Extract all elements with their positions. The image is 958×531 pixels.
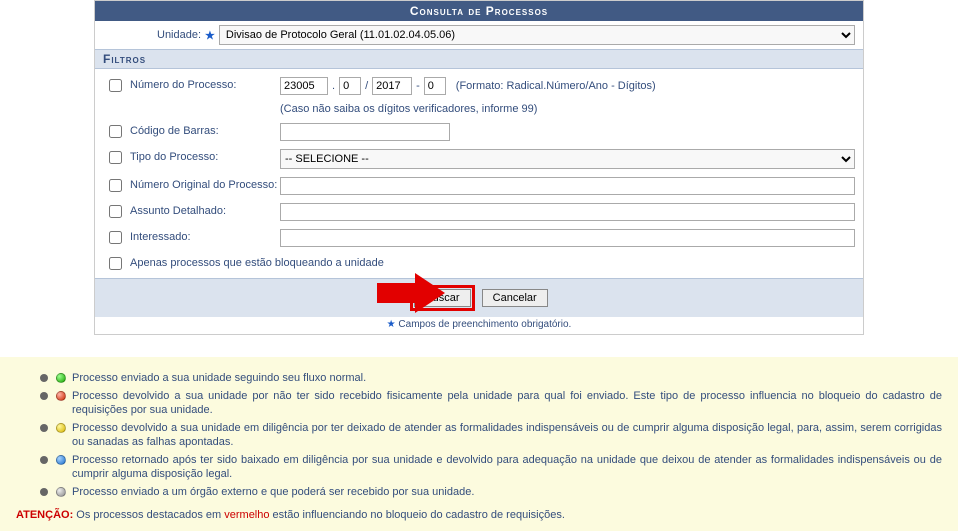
check-codigo-barras[interactable] (109, 125, 122, 138)
required-star-icon: ★ (205, 29, 215, 42)
check-interessado[interactable] (109, 231, 122, 244)
bullet-icon (40, 456, 48, 464)
select-tipo-processo[interactable]: -- SELECIONE -- (280, 149, 855, 169)
filtros-header: Filtros (95, 49, 863, 69)
row-numero-original: Número Original do Processo: (103, 173, 855, 199)
sep-dot: . (332, 80, 335, 92)
label-assunto-detalhado: Assunto Detalhado: (130, 203, 280, 217)
row-codigo-barras: Código de Barras: (103, 119, 855, 145)
input-codigo-barras[interactable] (280, 123, 450, 141)
consulta-processos-panel: Consulta de Processos Unidade: ★ Divisao… (94, 0, 864, 335)
input-ano[interactable] (372, 77, 412, 95)
label-apenas-bloqueando: Apenas processos que estão bloqueando a … (130, 255, 384, 269)
bullet-icon (40, 374, 48, 382)
status-red-icon (56, 391, 66, 401)
label-numero-original: Número Original do Processo: (130, 177, 280, 191)
check-apenas-bloqueando[interactable] (109, 257, 122, 270)
unidade-select[interactable]: Divisao de Protocolo Geral (11.01.02.04.… (219, 25, 855, 45)
row-numero-processo: Número do Processo: . / - (Formato: Radi… (103, 73, 855, 119)
check-tipo-processo[interactable] (109, 151, 122, 164)
status-green-icon (56, 373, 66, 383)
row-apenas-bloqueando: Apenas processos que estão bloqueando a … (103, 251, 855, 274)
bullet-icon (40, 488, 48, 496)
buscar-highlight: Buscar (410, 285, 474, 311)
sep-dash: - (416, 80, 420, 92)
input-radical[interactable] (280, 77, 328, 95)
obrigatorio-note: ★ Campos de preenchimento obrigatório. (95, 317, 863, 334)
check-assunto-detalhado[interactable] (109, 205, 122, 218)
row-assunto-detalhado: Assunto Detalhado: (103, 199, 855, 225)
panel-title: Consulta de Processos (95, 1, 863, 21)
check-numero-processo[interactable] (109, 79, 122, 92)
label-codigo-barras: Código de Barras: (130, 123, 280, 137)
legend-item-green: Processo enviado a sua unidade seguindo … (40, 371, 942, 385)
atencao-label: ATENÇÃO: (16, 509, 73, 521)
status-yellow-icon (56, 423, 66, 433)
legend-item-yellow: Processo devolvido a sua unidade em dili… (40, 421, 942, 449)
status-blue-icon (56, 455, 66, 465)
unidade-label: Unidade: (157, 29, 201, 41)
status-gray-icon (56, 487, 66, 497)
buttons-bar: Buscar Cancelar (95, 278, 863, 317)
bullet-icon (40, 424, 48, 432)
input-numero-original[interactable] (280, 177, 855, 195)
legend-box: Processo enviado a sua unidade seguindo … (0, 357, 958, 531)
input-numero[interactable] (339, 77, 361, 95)
hint-digitos: (Caso não saiba os dígitos verificadores… (280, 103, 855, 115)
legend-item-blue: Processo retornado após ter sido baixado… (40, 453, 942, 481)
label-interessado: Interessado: (130, 229, 280, 243)
sep-slash: / (365, 80, 368, 92)
row-tipo-processo: Tipo do Processo: -- SELECIONE -- (103, 145, 855, 173)
input-digitos[interactable] (424, 77, 446, 95)
input-assunto-detalhado[interactable] (280, 203, 855, 221)
buscar-button[interactable]: Buscar (414, 289, 470, 307)
label-numero-processo: Número do Processo: (130, 77, 280, 91)
vermelho-word: vermelho (224, 509, 269, 521)
unidade-row: Unidade: ★ Divisao de Protocolo Geral (1… (95, 21, 863, 49)
atencao-line: ATENÇÃO: Os processos destacados em verm… (16, 509, 942, 521)
cancelar-button[interactable]: Cancelar (482, 289, 548, 307)
input-interessado[interactable] (280, 229, 855, 247)
filters-area: Número do Processo: . / - (Formato: Radi… (95, 69, 863, 274)
legend-item-red: Processo devolvido a sua unidade por não… (40, 389, 942, 417)
bullet-icon (40, 392, 48, 400)
formato-text: (Formato: Radical.Número/Ano - Dígitos) (456, 80, 656, 92)
legend-item-gray: Processo enviado a um órgão externo e qu… (40, 485, 942, 499)
check-numero-original[interactable] (109, 179, 122, 192)
label-tipo-processo: Tipo do Processo: (130, 149, 280, 163)
star-icon: ★ (387, 319, 396, 330)
row-interessado: Interessado: (103, 225, 855, 251)
